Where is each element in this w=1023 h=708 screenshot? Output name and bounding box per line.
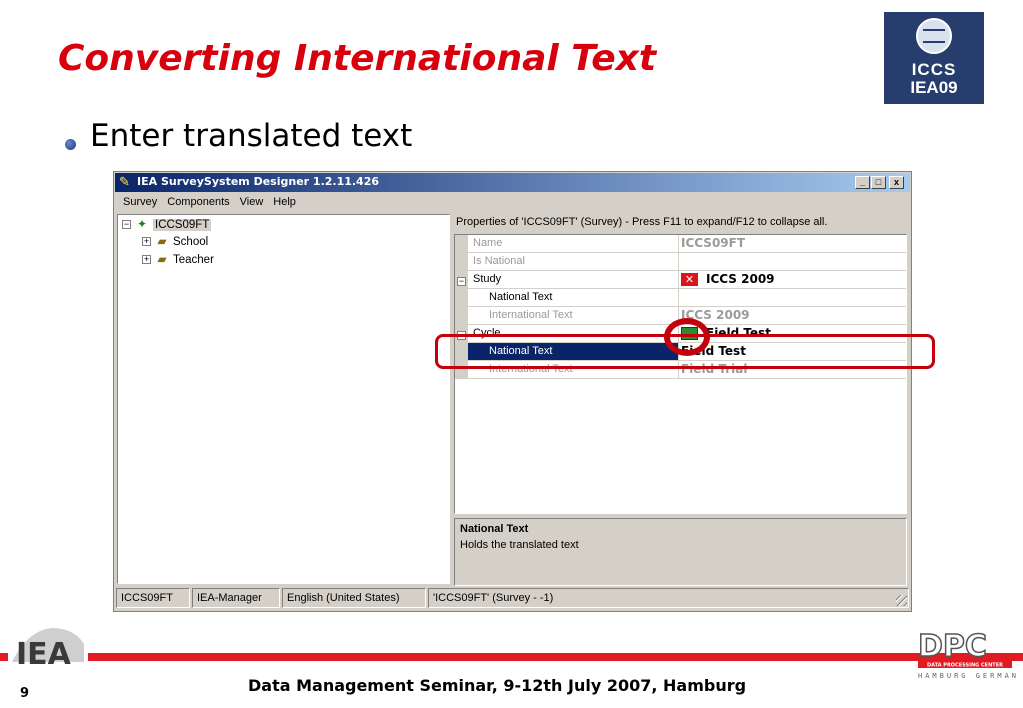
menu-view[interactable]: View xyxy=(235,194,269,210)
bullet-icon xyxy=(65,139,76,150)
footer-text: Data Management Seminar, 9-12th July 200… xyxy=(248,676,747,695)
menu-bar: Survey Components View Help xyxy=(118,194,301,211)
property-row[interactable]: Is National xyxy=(455,253,906,271)
folder-icon: ▰ xyxy=(157,234,167,249)
property-row[interactable]: National Text xyxy=(455,289,906,307)
iea-logo: IEA xyxy=(8,622,88,672)
property-name: Name xyxy=(473,237,503,249)
tree-node-root[interactable]: − ✦ ICCS09FT xyxy=(122,217,212,234)
property-name: National Text xyxy=(489,291,553,303)
iccs-logo: ICCS IEA09 xyxy=(884,12,984,104)
survey-tree: − ✦ ICCS09FT + ▰ School + ▰ Teacher xyxy=(117,214,450,584)
dpc-city-text: HAMBURG GERMANY xyxy=(918,672,1016,680)
app-icon: ✎ xyxy=(119,174,130,189)
property-name: Study xyxy=(473,273,502,285)
tree-node-label: Teacher xyxy=(173,254,214,266)
description-text: Holds the translated text xyxy=(460,539,579,551)
property-value: ICCS09FT xyxy=(681,236,746,250)
status-bar: ICCS09FT IEA-Manager English (United Sta… xyxy=(116,588,909,608)
folder-icon: ▰ xyxy=(157,252,167,267)
footer-bar xyxy=(0,653,1023,661)
menu-components[interactable]: Components xyxy=(162,194,234,210)
tree-node-label: School xyxy=(173,236,209,248)
iea09-logo-text: IEA09 xyxy=(910,78,958,97)
status-user: IEA-Manager xyxy=(192,588,280,608)
status-context: 'ICCS09FT' (Survey - -1) xyxy=(428,588,909,608)
expand-icon[interactable]: + xyxy=(142,237,151,247)
property-row[interactable]: Name ICCS09FT xyxy=(455,235,906,253)
dpc-logo-text: DPC xyxy=(918,629,987,664)
property-row[interactable]: − Study ✕ ICCS 2009 xyxy=(455,271,906,289)
dpc-logo: DPC DATA PROCESSING CENTER HAMBURG GERMA… xyxy=(916,628,1023,698)
page-number: 9 xyxy=(20,686,30,701)
minimize-button[interactable]: _ xyxy=(855,176,870,189)
highlight-circle xyxy=(664,318,710,356)
resize-grip-icon[interactable] xyxy=(896,595,907,606)
menu-help[interactable]: Help xyxy=(268,194,301,210)
iea-logo-text: IEA xyxy=(16,637,72,672)
red-x-icon: ✕ xyxy=(681,273,698,286)
tree-node-school[interactable]: + ▰ School xyxy=(142,234,208,251)
menu-survey[interactable]: Survey xyxy=(118,194,162,210)
description-title: National Text xyxy=(460,523,529,535)
property-name: Is National xyxy=(473,255,525,267)
survey-globe-icon: ✦ xyxy=(136,217,148,232)
status-survey: ICCS09FT xyxy=(116,588,190,608)
iccs-logo-text: ICCS xyxy=(911,60,957,79)
title-bar[interactable]: ✎ IEA SurveySystem Designer 1.2.11.426 _… xyxy=(115,173,910,192)
bullet-text: Enter translated text xyxy=(90,118,413,154)
tree-node-label: ICCS09FT xyxy=(153,219,212,231)
app-window: ✎ IEA SurveySystem Designer 1.2.11.426 _… xyxy=(113,171,912,612)
tree-node-teacher[interactable]: + ▰ Teacher xyxy=(142,252,214,269)
property-value: ICCS 2009 xyxy=(706,272,775,286)
collapse-icon[interactable]: − xyxy=(457,275,470,287)
description-panel: National Text Holds the translated text xyxy=(454,518,907,586)
slide-title: Converting International Text xyxy=(58,38,657,79)
status-language: English (United States) xyxy=(282,588,426,608)
maximize-button[interactable]: □ xyxy=(871,176,886,189)
property-name: International Text xyxy=(489,309,573,321)
close-button[interactable]: x xyxy=(889,176,904,189)
expand-icon[interactable]: + xyxy=(142,255,151,265)
properties-header: Properties of 'ICCS09FT' (Survey) - Pres… xyxy=(456,216,828,228)
globe-icon xyxy=(916,18,952,54)
property-grid: Name ICCS09FT Is National − Study ✕ ICCS … xyxy=(454,234,907,514)
window-title: IEA SurveySystem Designer 1.2.11.426 xyxy=(137,175,380,188)
dpc-subtitle: DATA PROCESSING CENTER xyxy=(927,663,1003,669)
collapse-icon[interactable]: − xyxy=(122,220,131,230)
